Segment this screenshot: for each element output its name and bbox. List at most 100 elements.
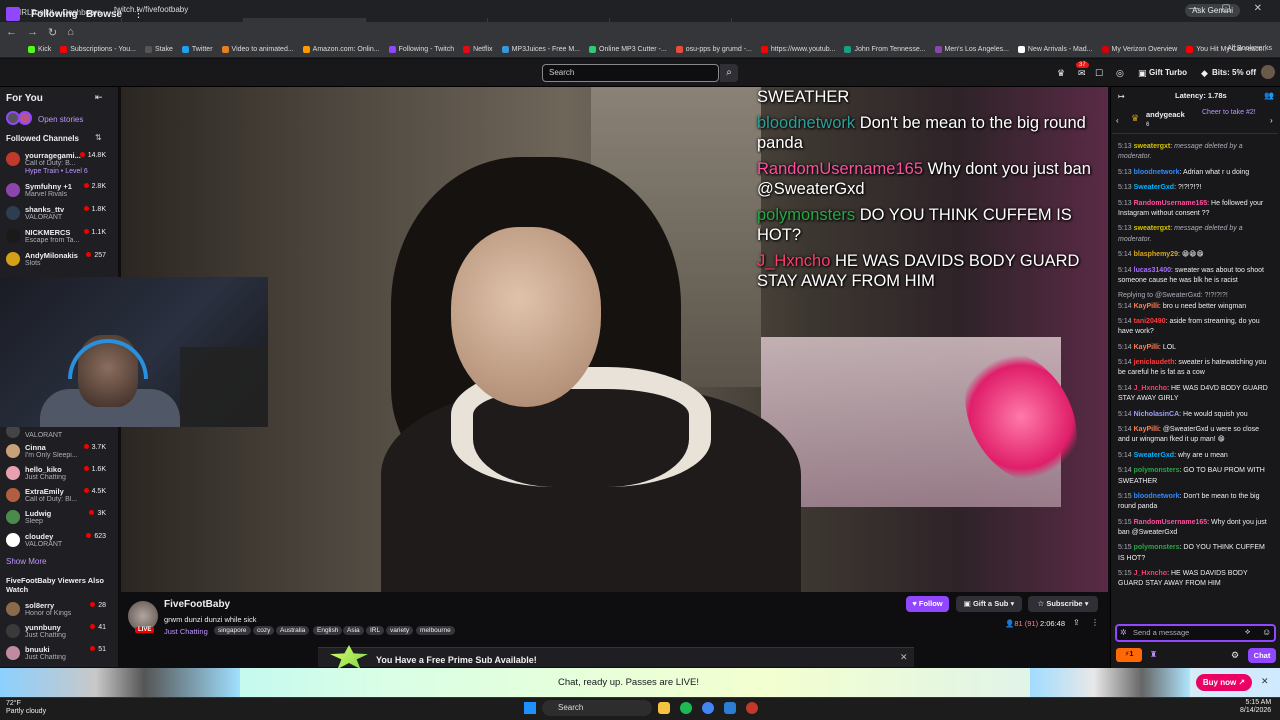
- chat-username[interactable]: bloodnetwork: [1134, 493, 1180, 500]
- home-icon[interactable]: ⌂: [67, 26, 74, 38]
- chat-username[interactable]: polymonsters: [1134, 467, 1180, 474]
- window-controls[interactable]: — ▢ ✕: [1189, 3, 1272, 14]
- channel-name[interactable]: FiveFootBaby: [164, 599, 230, 610]
- stream-tag[interactable]: variety: [386, 626, 414, 635]
- forward-icon[interactable]: →: [27, 26, 38, 38]
- bookmark-item[interactable]: Subscriptions - You...: [60, 46, 136, 53]
- bookmark-item[interactable]: Amazon.com: Onlin...: [302, 46, 380, 53]
- show-more-link[interactable]: Show More: [6, 557, 46, 566]
- sidebar-channel[interactable]: AndyMilonakis Slots 257: [0, 249, 118, 271]
- users-icon[interactable]: 👥: [1264, 91, 1274, 100]
- bits-icon[interactable]: ⟡: [1245, 627, 1250, 637]
- chat-username[interactable]: RandomUsername165: [1134, 519, 1208, 526]
- chat-username[interactable]: SweaterGxd: [1134, 184, 1174, 191]
- bookmark-item[interactable]: Netflix: [463, 46, 493, 53]
- sidebar-channel[interactable]: sol8erry Honor of Kings 28: [0, 599, 118, 621]
- bookmark-item[interactable]: osu-pps by grumd -...: [675, 46, 752, 53]
- collapse-chat-icon[interactable]: ↦: [1118, 92, 1125, 101]
- chat-username[interactable]: polymonsters: [1134, 544, 1180, 551]
- bookmark-item[interactable]: My Verizon Overview: [1101, 46, 1177, 53]
- chat-username[interactable]: bloodnetwork: [1134, 169, 1180, 176]
- bookmark-item[interactable]: Twitter: [181, 46, 213, 53]
- sidebar-channel[interactable]: shanks_ttv VALORANT 1.8K: [0, 203, 118, 225]
- bits-offer-button[interactable]: Bits: 5% off: [1212, 68, 1256, 77]
- smiley-icon[interactable]: ☺: [1262, 627, 1271, 637]
- taskbar-search[interactable]: Search: [542, 700, 652, 716]
- crown-icon[interactable]: ♛: [1057, 68, 1065, 79]
- prime-banner-text[interactable]: You Have a Free Prime Sub Available!: [376, 655, 537, 665]
- share-icon[interactable]: ⇪: [1073, 618, 1080, 627]
- chat-username[interactable]: sweatergxt: [1134, 225, 1171, 232]
- chat-input[interactable]: Send a message: [1115, 624, 1276, 642]
- stream-category-link[interactable]: Just Chatting: [164, 627, 208, 636]
- app-icon[interactable]: [724, 702, 736, 714]
- sidebar-channel[interactable]: yourragegami... Call of Duty: B... 14.8K Hy…: [0, 149, 118, 175]
- chrome-icon[interactable]: [702, 702, 714, 714]
- user-avatar[interactable]: [1261, 65, 1275, 79]
- stream-tag[interactable]: melbourne: [416, 626, 455, 635]
- stream-tag[interactable]: Australia: [276, 626, 310, 635]
- chat-username[interactable]: KayPilli: [1134, 303, 1159, 310]
- reload-icon[interactable]: ↻: [48, 26, 57, 39]
- stream-tag[interactable]: singapore: [214, 626, 251, 635]
- stream-tag[interactable]: cozy: [253, 626, 275, 635]
- chat-username[interactable]: KayPilli: [1134, 344, 1159, 351]
- sidebar-channel[interactable]: bnuuki Just Chatting 51: [0, 643, 118, 665]
- bookmark-item[interactable]: Men's Los Angeles...: [934, 46, 1009, 53]
- open-stories-link[interactable]: Open stories: [38, 115, 83, 124]
- sidebar-channel[interactable]: NICKMERCS Escape from Ta... 1.1K: [0, 226, 118, 248]
- chat-username[interactable]: KayPilli: [1134, 426, 1159, 433]
- channel-points-badge[interactable]: ⚡1: [1116, 648, 1142, 662]
- url-field[interactable]: twitch.tv/fivefootbaby: [100, 2, 1160, 18]
- hype-user[interactable]: andygeack 6: [1146, 110, 1185, 128]
- all-bookmarks-button[interactable]: All Bookmarks: [1227, 45, 1272, 52]
- file-explorer-icon[interactable]: [658, 702, 670, 714]
- cheer-cta[interactable]: Cheer to take #2!: [1202, 109, 1256, 116]
- weather-widget[interactable]: 72°F Partly cloudy: [6, 700, 46, 716]
- gear-icon[interactable]: ⚙: [1231, 650, 1239, 661]
- stream-tag[interactable]: English: [313, 626, 343, 635]
- points-icon[interactable]: ♜: [1150, 650, 1157, 659]
- stream-tag[interactable]: Asia: [343, 626, 364, 635]
- obs-icon[interactable]: [746, 702, 758, 714]
- sidebar-channel[interactable]: Ludwig Sleep 3K: [0, 507, 118, 529]
- search-icon[interactable]: ⌕: [720, 64, 738, 82]
- buy-now-button[interactable]: Buy now ↗: [1196, 674, 1252, 691]
- bookmark-item[interactable]: Video to animated...: [221, 46, 294, 53]
- gift-turbo-button[interactable]: Gift Turbo: [1149, 68, 1187, 77]
- chat-username[interactable]: NicholasinCA: [1134, 411, 1180, 418]
- inbox-icon[interactable]: ✉: [1078, 68, 1086, 79]
- chat-username[interactable]: RandomUsername165: [1134, 200, 1208, 207]
- video-player[interactable]: SWEATHER bloodnetwork Don't be mean to th…: [121, 87, 1108, 592]
- bookmark-item[interactable]: Kick: [28, 46, 51, 53]
- chat-username[interactable]: sweatergxt: [1134, 143, 1171, 150]
- chevron-right-icon[interactable]: ›: [1270, 116, 1273, 125]
- sidebar-channel[interactable]: ExtraEmily Call of Duty: Bl... 4.5K: [0, 485, 118, 507]
- spotify-icon[interactable]: [680, 702, 692, 714]
- chat-username[interactable]: J_Hxncho: [1134, 385, 1167, 392]
- more-icon[interactable]: ⋮: [133, 7, 144, 20]
- bookmark-item[interactable]: Online MP3 Cutter -...: [589, 46, 667, 53]
- bookmark-item[interactable]: Stake: [145, 46, 173, 53]
- bookmark-item[interactable]: MP3Juices - Free M...: [501, 46, 580, 53]
- sidebar-channel[interactable]: hello_kiko Just Chatting 1.6K: [0, 463, 118, 485]
- stream-tag[interactable]: IRL: [366, 626, 385, 635]
- activity-icon[interactable]: ◎: [1116, 68, 1124, 79]
- nav-following[interactable]: Following: [31, 9, 78, 20]
- sidebar-channel[interactable]: cloudey VALORANT 623: [0, 530, 118, 552]
- chat-username[interactable]: lucas31400: [1134, 267, 1171, 274]
- windows-start-icon[interactable]: [524, 702, 536, 714]
- chat-username[interactable]: SweaterGxd: [1134, 452, 1174, 459]
- bookmark-item[interactable]: New Arrivals - Mad...: [1017, 46, 1093, 53]
- sidebar-channel[interactable]: Symfuhny +1 Marvel Rivals 2.8K: [0, 180, 118, 202]
- collapse-sidebar-icon[interactable]: ⇤: [95, 92, 103, 103]
- sidebar-channel[interactable]: yunnbuny Just Chatting 41: [0, 621, 118, 643]
- chevron-left-icon[interactable]: ‹: [1116, 116, 1119, 125]
- chat-username[interactable]: tani20490: [1134, 318, 1166, 325]
- chat-username[interactable]: blasphemy29: [1134, 251, 1178, 258]
- follow-button[interactable]: ♥ Follow: [906, 596, 949, 612]
- chat-username[interactable]: J_Hxncho: [1134, 570, 1167, 577]
- chat-username[interactable]: jeniclaudeth: [1134, 359, 1175, 366]
- close-icon[interactable]: ✕: [1261, 676, 1269, 687]
- search-input[interactable]: Search: [542, 64, 719, 82]
